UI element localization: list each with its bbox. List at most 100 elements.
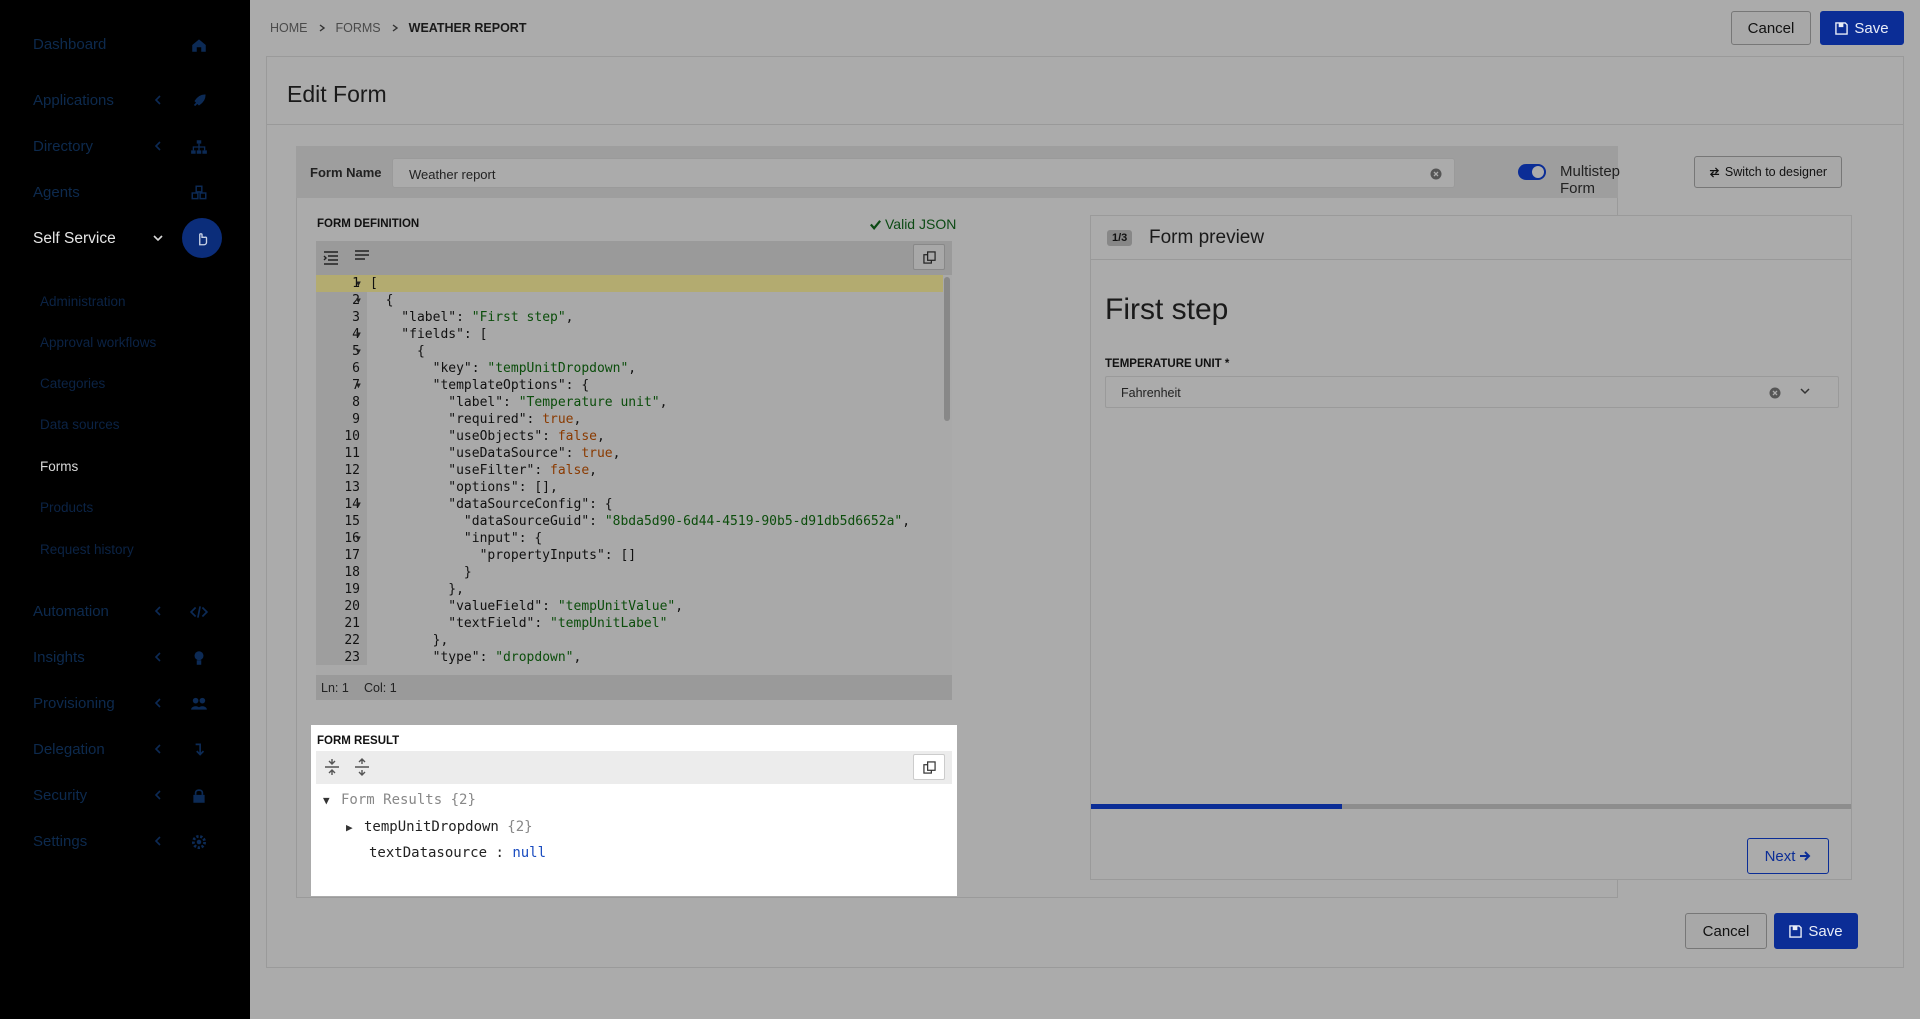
sidebar-item-delegation[interactable]: Delegation bbox=[0, 727, 250, 773]
collapse-all-icon[interactable] bbox=[323, 758, 341, 776]
form-name-label: Form Name bbox=[310, 165, 382, 180]
step-progress-bar bbox=[1091, 804, 1851, 809]
sidebar-item-directory[interactable]: Directory bbox=[0, 124, 250, 170]
breadcrumb-home[interactable]: HOME bbox=[270, 21, 308, 35]
header-cancel-button[interactable]: Cancel bbox=[1731, 11, 1811, 45]
sidebar-item-applications[interactable]: Applications bbox=[0, 78, 250, 124]
chevron-left-icon bbox=[154, 836, 161, 846]
gear-icon bbox=[191, 834, 207, 850]
expand-all-icon[interactable] bbox=[353, 758, 371, 776]
hand-pointer-icon bbox=[182, 218, 222, 258]
result-tree-root[interactable]: ▼ Form Results {2} bbox=[323, 792, 476, 808]
chevron-left-icon bbox=[154, 652, 161, 662]
sidebar-item-label: Insights bbox=[33, 649, 85, 666]
code-line: 10 "useObjects": false, bbox=[344, 429, 605, 444]
code-line: 6 "key": "tempUnitDropdown", bbox=[352, 361, 637, 376]
sidebar-sub-request-history[interactable]: Request history bbox=[40, 542, 134, 557]
sidebar-sub-approval-workflows[interactable]: Approval workflows bbox=[40, 335, 156, 350]
home-icon bbox=[192, 39, 206, 52]
tree-item-separator: : bbox=[495, 845, 504, 861]
compact-code-icon[interactable] bbox=[353, 247, 371, 265]
card-header: Edit Form bbox=[267, 57, 1903, 125]
code-line: 7 ▼ "templateOptions": { bbox=[352, 378, 590, 393]
sidebar-sub-forms[interactable]: Forms bbox=[40, 459, 78, 474]
clear-icon[interactable] bbox=[1430, 168, 1442, 180]
tree-root-count: {2} bbox=[450, 792, 476, 808]
code-line: 2 ▼ { bbox=[352, 293, 394, 308]
switch-to-designer-button[interactable]: Switch to designer bbox=[1694, 156, 1842, 188]
chevron-right-icon bbox=[319, 24, 325, 32]
cubes-icon bbox=[191, 185, 207, 200]
multistep-toggle[interactable] bbox=[1518, 164, 1546, 180]
tree-root-label: Form Results bbox=[341, 792, 443, 808]
code-line: 21 "textField": "tempUnitLabel" bbox=[344, 616, 668, 631]
form-definition-title: FORM DEFINITION bbox=[317, 218, 420, 230]
copy-definition-button[interactable] bbox=[913, 244, 945, 270]
code-line: 16 ▼ "input": { bbox=[344, 531, 543, 546]
next-button[interactable]: Next bbox=[1747, 838, 1829, 874]
sidebar-item-label: Security bbox=[33, 787, 88, 804]
sidebar-item-label: Dashboard bbox=[33, 36, 107, 53]
valid-json-label: Valid JSON bbox=[885, 216, 957, 232]
editor-scrollbar[interactable] bbox=[944, 277, 950, 421]
sidebar-item-automation[interactable]: Automation bbox=[0, 589, 250, 635]
temperature-unit-select[interactable]: Fahrenheit bbox=[1105, 376, 1839, 408]
code-line: 12 "useFilter": false, bbox=[344, 463, 597, 478]
sidebar-item-label: Provisioning bbox=[33, 695, 115, 712]
page-title: Edit Form bbox=[287, 81, 387, 107]
caret-down-icon: ▼ bbox=[323, 794, 330, 807]
code-line: 3 "label": "First step", bbox=[352, 310, 574, 325]
multistep-label: Multistep Form bbox=[1560, 163, 1621, 197]
sidebar-item-agents[interactable]: Agents bbox=[0, 170, 250, 216]
code-line: 1 ▼[ bbox=[316, 275, 943, 292]
chevron-left-icon bbox=[154, 744, 161, 754]
sidebar-sub-data-sources[interactable]: Data sources bbox=[40, 417, 120, 432]
chevron-left-icon bbox=[154, 698, 161, 708]
clear-icon[interactable] bbox=[1769, 387, 1781, 399]
header-save-button[interactable]: Save bbox=[1820, 11, 1904, 45]
status-column: Col: 1 bbox=[364, 681, 397, 695]
code-line: 22 }, bbox=[344, 633, 449, 648]
code-line: 23 "type": "dropdown", bbox=[344, 650, 582, 665]
sidebar-item-label: Applications bbox=[33, 92, 114, 109]
sidebar-item-label: Agents bbox=[33, 184, 80, 201]
sidebar: Dashboard Applications Directory Agents … bbox=[0, 0, 250, 1019]
breadcrumb: HOME FORMS WEATHER REPORT bbox=[270, 21, 526, 35]
preview-title: Form preview bbox=[1149, 227, 1265, 248]
sidebar-item-insights[interactable]: Insights bbox=[0, 635, 250, 681]
copy-icon bbox=[922, 760, 936, 774]
sidebar-item-label: Directory bbox=[33, 138, 94, 155]
sidebar-sub-products[interactable]: Products bbox=[40, 500, 93, 515]
footer-cancel-button[interactable]: Cancel bbox=[1685, 913, 1767, 949]
sidebar-sub-categories[interactable]: Categories bbox=[40, 376, 105, 391]
save-label: Save bbox=[1808, 922, 1843, 940]
sidebar-item-label: Self Service bbox=[33, 230, 116, 247]
sidebar-item-self-service[interactable]: Self Service bbox=[0, 216, 250, 262]
copy-result-button[interactable] bbox=[913, 754, 945, 780]
format-code-icon[interactable] bbox=[322, 249, 340, 267]
sidebar-item-provisioning[interactable]: Provisioning bbox=[0, 681, 250, 727]
form-result-panel: FORM RESULT ▼ Form Results {2} ▶ tempUnitD… bbox=[311, 725, 957, 896]
chevron-left-icon bbox=[154, 606, 161, 616]
code-line: 15 "dataSourceGuid": "8bda5d90-6d44-4519… bbox=[344, 514, 911, 529]
sidebar-item-label: Settings bbox=[33, 833, 88, 850]
chevron-down-icon[interactable] bbox=[1799, 385, 1811, 397]
code-line: 17 "propertyInputs": [] bbox=[344, 548, 637, 563]
code-line: 14 ▼ "dataSourceConfig": { bbox=[344, 497, 613, 512]
sidebar-item-dashboard[interactable]: Dashboard bbox=[0, 22, 250, 68]
form-name-bar: Form Name Weather report Multistep Form … bbox=[296, 146, 1842, 198]
arrow-right-icon bbox=[1800, 851, 1811, 861]
caret-right-icon: ▶ bbox=[346, 821, 353, 834]
footer-save-button[interactable]: Save bbox=[1774, 913, 1858, 949]
breadcrumb-forms[interactable]: FORMS bbox=[336, 21, 381, 35]
switch-label: Switch to designer bbox=[1724, 165, 1828, 179]
breadcrumb-current: WEATHER REPORT bbox=[408, 21, 527, 35]
sidebar-item-settings[interactable]: Settings bbox=[0, 819, 250, 865]
step-progress-fill bbox=[1091, 804, 1342, 809]
result-tree-item[interactable]: ▶ tempUnitDropdown {2} bbox=[346, 819, 533, 835]
form-name-input[interactable]: Weather report bbox=[392, 158, 1455, 188]
status-line: Ln: 1 bbox=[321, 681, 349, 695]
code-editor[interactable]: 1 ▼[ 2 ▼ { 3 "label": "First step", 4 ▼ "fi… bbox=[316, 241, 952, 700]
sidebar-sub-administration[interactable]: Administration bbox=[40, 294, 126, 309]
sidebar-item-security[interactable]: Security bbox=[0, 773, 250, 819]
